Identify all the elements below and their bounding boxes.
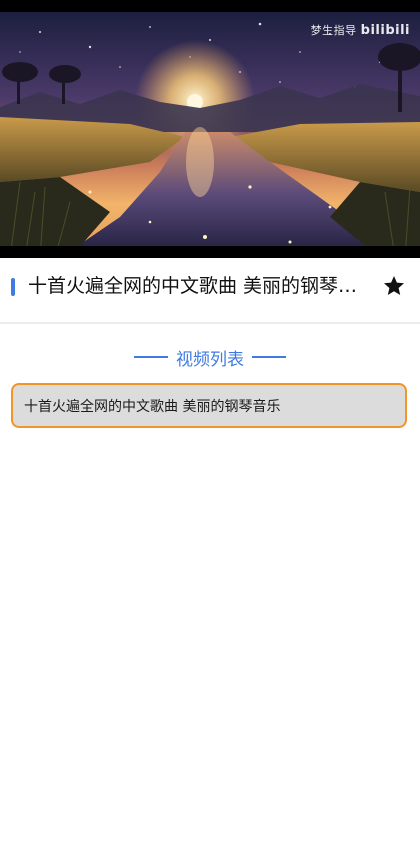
section-title: 视频列表 <box>176 349 244 370</box>
title-accent-bar <box>11 278 15 296</box>
video-bottom-bar <box>0 246 420 258</box>
watermark-brand: bilibili <box>360 22 410 38</box>
video-frame <box>0 12 420 258</box>
section-line-left <box>134 356 168 358</box>
favorite-button[interactable] <box>382 274 406 298</box>
section-line-right <box>252 356 286 358</box>
star-icon <box>384 276 404 295</box>
video-playlist: 十首火遍全网的中文歌曲 美丽的钢琴音乐 <box>11 383 407 428</box>
status-strip <box>0 0 420 12</box>
watermark-prefix: 梦生指导 <box>310 24 357 37</box>
video-title-row: 十首火遍全网的中文歌曲 美丽的钢琴音乐 <box>0 258 420 324</box>
video-watermark: 梦生指导 bilibili <box>311 22 410 38</box>
playlist-section-header: 视频列表 <box>0 342 420 372</box>
video-player[interactable]: 梦生指导 bilibili <box>0 12 420 258</box>
app-page: 梦生指导 bilibili 十首火遍全网的中文歌曲 美丽的钢琴音乐 视频列表 十… <box>0 0 420 842</box>
playlist-item-label: 十首火遍全网的中文歌曲 美丽的钢琴音乐 <box>24 398 281 415</box>
video-title: 十首火遍全网的中文歌曲 美丽的钢琴音乐 <box>28 275 358 297</box>
playlist-item[interactable]: 十首火遍全网的中文歌曲 美丽的钢琴音乐 <box>11 383 407 428</box>
